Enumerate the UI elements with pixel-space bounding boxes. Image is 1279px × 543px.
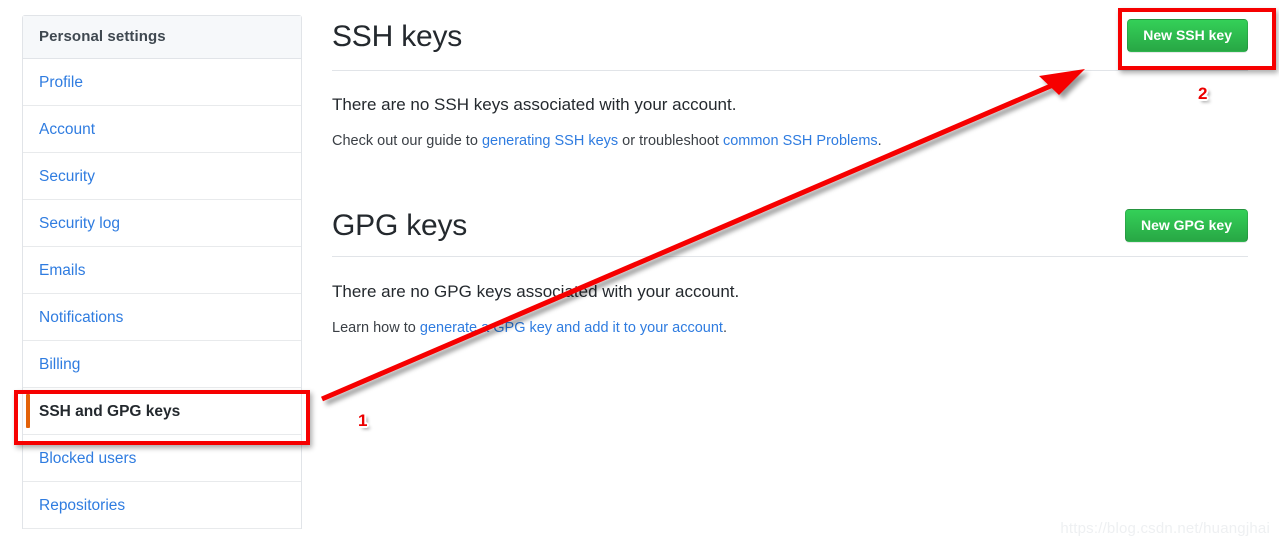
ssh-help-message: Check out our guide to generating SSH ke… <box>332 133 882 149</box>
ssh-help-middle: or troubleshoot <box>618 133 723 149</box>
sidebar-item-blocked-users[interactable]: Blocked users <box>23 435 301 482</box>
generate-gpg-key-link[interactable]: generate a GPG key and add it to your ac… <box>420 320 723 336</box>
sidebar-item-label: Profile <box>39 74 83 91</box>
sidebar-item-billing[interactable]: Billing <box>23 341 301 388</box>
ssh-help-prefix: Check out our guide to <box>332 133 482 149</box>
sidebar-item-account[interactable]: Account <box>23 106 301 153</box>
gpg-section-divider <box>332 256 1248 257</box>
personal-settings-sidebar: Personal settings Profile Account Securi… <box>22 15 302 529</box>
sidebar-item-label: Account <box>39 121 96 138</box>
gpg-empty-message: There are no GPG keys associated with yo… <box>332 282 740 301</box>
sidebar-item-label: Billing <box>39 356 81 373</box>
gpg-help-prefix: Learn how to <box>332 320 420 336</box>
ssh-keys-title: SSH keys <box>332 20 463 53</box>
generating-ssh-keys-link[interactable]: generating SSH keys <box>482 133 618 149</box>
gpg-help-suffix: . <box>722 320 727 336</box>
sidebar-item-ssh-and-gpg-keys[interactable]: SSH and GPG keys <box>23 388 301 435</box>
step-marker-2: 2 <box>1198 84 1208 103</box>
sidebar-header: Personal settings <box>23 16 301 59</box>
watermark-text: https://blog.csdn.net/huangjhai <box>1060 520 1270 537</box>
ssh-section-divider <box>332 70 1248 71</box>
sidebar-item-security[interactable]: Security <box>23 153 301 200</box>
sidebar-item-profile[interactable]: Profile <box>23 59 301 106</box>
sidebar-item-security-log[interactable]: Security log <box>23 200 301 247</box>
ssh-empty-message: There are no SSH keys associated with yo… <box>332 95 737 114</box>
sidebar-item-label: Emails <box>39 262 86 279</box>
new-gpg-key-button[interactable]: New GPG key <box>1124 209 1248 242</box>
sidebar-item-label: Blocked users <box>39 450 137 467</box>
sidebar-item-label: SSH and GPG keys <box>39 403 181 420</box>
ssh-help-suffix: . <box>877 133 882 149</box>
sidebar-item-repositories[interactable]: Repositories <box>23 482 301 529</box>
new-ssh-key-button[interactable]: New SSH key <box>1127 19 1248 52</box>
sidebar-item-label: Notifications <box>39 309 124 326</box>
gpg-keys-title: GPG keys <box>332 209 468 242</box>
sidebar-item-emails[interactable]: Emails <box>23 247 301 294</box>
sidebar-item-label: Security <box>39 168 95 185</box>
step-marker-1: 1 <box>358 411 368 430</box>
gpg-help-message: Learn how to generate a GPG key and add … <box>332 320 727 336</box>
sidebar-item-notifications[interactable]: Notifications <box>23 294 301 341</box>
sidebar-item-label: Repositories <box>39 497 126 514</box>
sidebar-item-label: Security log <box>39 215 120 232</box>
common-ssh-problems-link[interactable]: common SSH Problems <box>723 133 878 149</box>
